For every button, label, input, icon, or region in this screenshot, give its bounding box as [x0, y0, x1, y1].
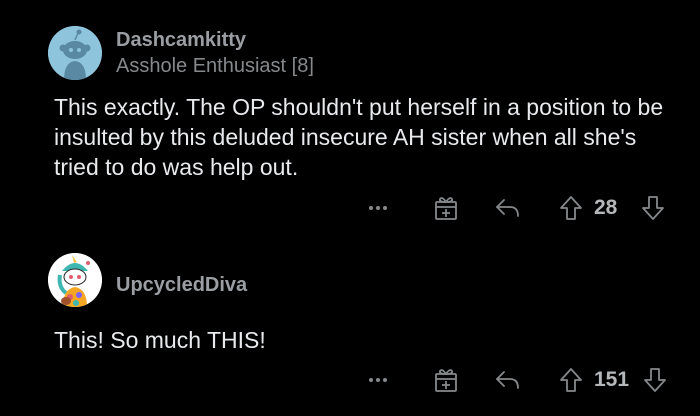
more-dots-icon	[369, 378, 373, 382]
reply-button[interactable]	[494, 364, 522, 396]
award-button[interactable]	[430, 364, 462, 396]
downvote-button[interactable]	[640, 192, 666, 224]
more-options-button[interactable]	[366, 364, 390, 396]
gift-icon	[435, 197, 457, 220]
upvote-arrow-icon	[560, 368, 582, 392]
downvote-arrow-icon	[644, 368, 666, 392]
comment-body: This exactly. The OP shouldn't put herse…	[54, 94, 664, 180]
comment-body: This! So much THIS!	[54, 327, 266, 353]
reply-button[interactable]	[494, 192, 522, 224]
upvote-button[interactable]	[558, 192, 584, 224]
user-flair: Asshole Enthusiast [8]	[116, 55, 314, 77]
snoo-custom-avatar-icon	[48, 253, 102, 307]
gift-icon	[435, 369, 457, 392]
avatar[interactable]	[48, 26, 102, 80]
more-dots-icon	[369, 206, 373, 210]
reply-arrow-icon	[496, 371, 519, 389]
author-block: Dashcamkitty Asshole Enthusiast [8]	[116, 28, 314, 78]
upvote-button[interactable]	[558, 364, 584, 396]
username[interactable]: Dashcamkitty	[116, 28, 314, 52]
downvote-button[interactable]	[642, 364, 668, 396]
avatar[interactable]	[48, 253, 102, 307]
vote-score: 28	[594, 196, 618, 219]
comment-actions: 28	[0, 192, 700, 224]
upvote-arrow-icon	[560, 196, 582, 220]
snoo-default-avatar-icon	[48, 26, 102, 80]
author-block: UpcycledDiva	[116, 273, 247, 297]
reply-arrow-icon	[496, 199, 519, 217]
username[interactable]: UpcycledDiva	[116, 273, 247, 297]
downvote-arrow-icon	[642, 196, 664, 220]
award-button[interactable]	[430, 192, 462, 224]
vote-score: 151	[594, 368, 630, 391]
comment-actions: 151	[0, 364, 700, 396]
more-options-button[interactable]	[366, 192, 390, 224]
